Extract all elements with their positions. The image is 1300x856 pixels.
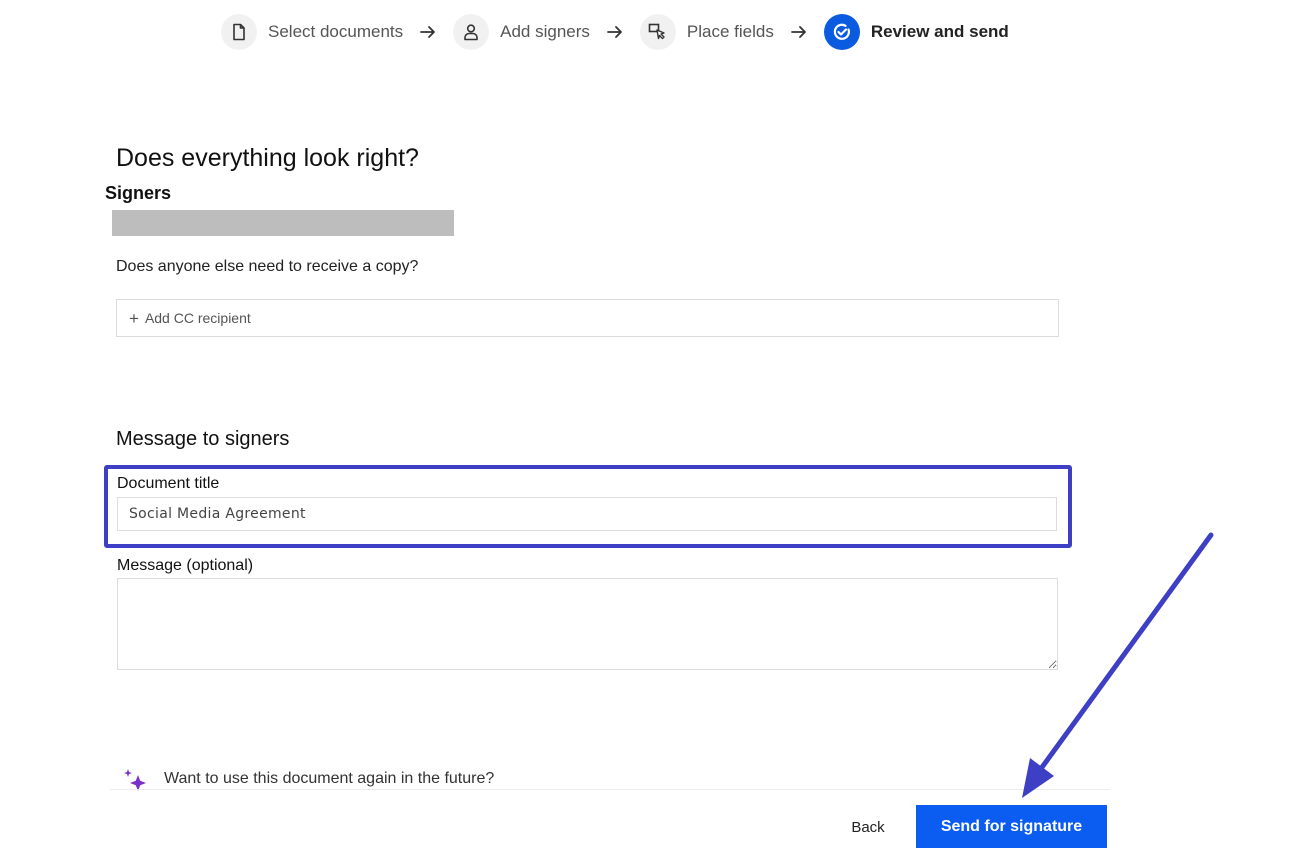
step-label: Place fields	[686, 22, 774, 41]
signers-label: Signers	[105, 183, 172, 203]
progress-stepper: Select documents Add signers Place field…	[221, 12, 1009, 52]
signer-redacted-block	[112, 210, 454, 236]
arrow-right-icon	[420, 25, 436, 39]
send-for-signature-button[interactable]: Send for signature	[916, 805, 1107, 848]
step-place-fields[interactable]: Place fields	[639, 14, 774, 50]
cursor-select-icon	[648, 23, 665, 40]
step-icon-circle-active	[823, 14, 860, 50]
step-icon-circle	[453, 14, 490, 50]
step-label: Review and send	[870, 22, 1009, 41]
user-icon	[464, 24, 478, 41]
footer-divider	[110, 789, 1110, 790]
reuse-document-prompt[interactable]: Want to use this document again in the f…	[122, 767, 494, 791]
message-textarea[interactable]	[117, 578, 1058, 670]
step-icon-circle	[639, 14, 676, 50]
back-button[interactable]: Back	[838, 808, 898, 846]
step-label: Add signers	[500, 22, 590, 41]
step-add-signers[interactable]: Add signers	[453, 14, 590, 50]
add-cc-recipient-button[interactable]: + Add CC recipient	[116, 299, 1059, 337]
reuse-document-text: Want to use this document again in the f…	[164, 770, 495, 787]
document-title-input[interactable]	[117, 497, 1057, 531]
arrow-right-icon	[790, 25, 807, 39]
document-title-label: Document title	[117, 475, 220, 492]
step-label: Select documents	[268, 22, 404, 41]
check-circle-icon	[833, 23, 850, 40]
sparkle-icon	[124, 769, 146, 791]
step-icon-circle	[221, 14, 257, 50]
arrow-right-icon	[607, 25, 623, 39]
message-section-heading: Message to signers	[116, 428, 290, 450]
document-icon	[233, 23, 245, 41]
plus-icon: +	[129, 308, 139, 328]
step-review-and-send[interactable]: Review and send	[823, 14, 1009, 50]
step-select-documents[interactable]: Select documents	[221, 14, 403, 50]
cc-question: Does anyone else need to receive a copy?	[116, 258, 419, 275]
annotation-arrow-head	[1022, 758, 1054, 798]
page-title: Does everything look right?	[116, 144, 419, 172]
message-label: Message (optional)	[117, 557, 254, 574]
add-cc-recipient-label: Add CC recipient	[144, 310, 251, 326]
annotation-arrow-shaft	[1037, 532, 1214, 773]
